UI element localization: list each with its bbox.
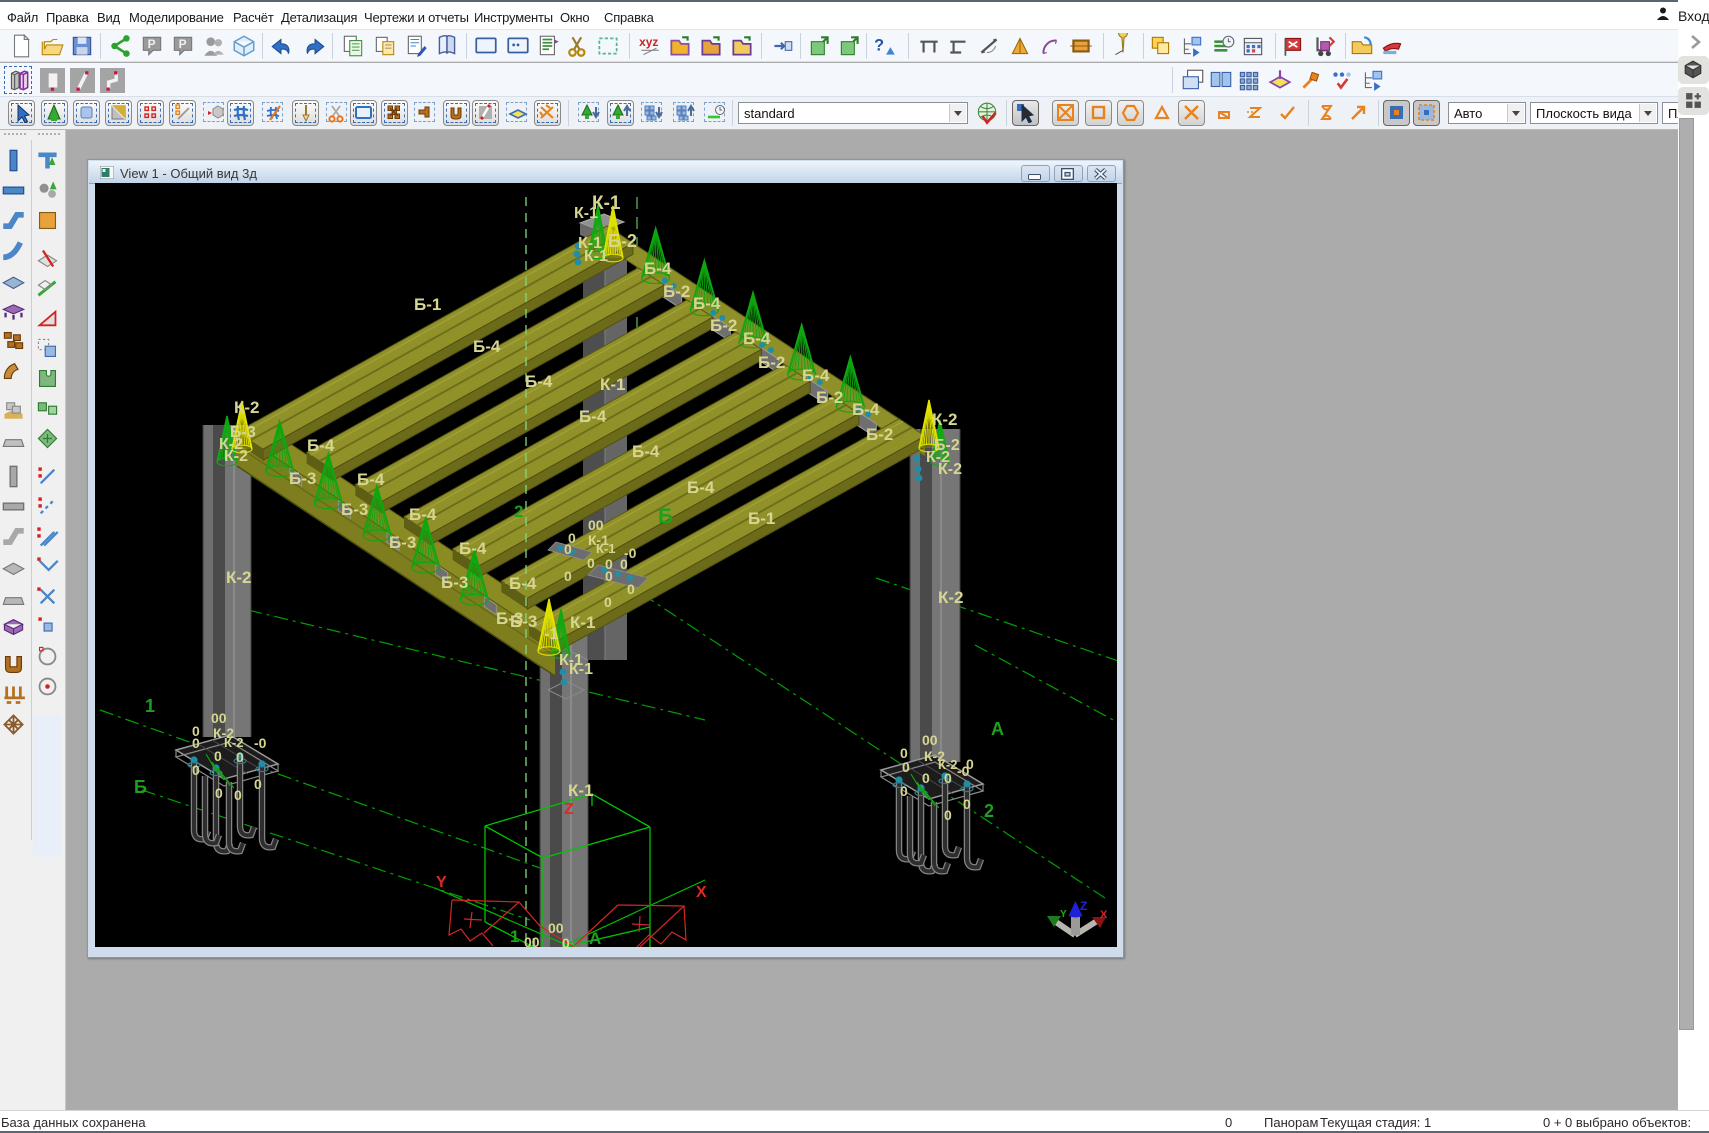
- svg-text:-0: -0: [254, 735, 267, 751]
- svg-text:1: 1: [510, 927, 519, 946]
- svg-text:0: 0: [605, 568, 613, 584]
- svg-text:0: 0: [587, 555, 595, 571]
- svg-text:0: 0: [900, 783, 908, 799]
- svg-text:Б-4: Б-4: [307, 436, 335, 455]
- svg-text:P: P: [148, 37, 156, 51]
- svg-text:К-1: К-1: [584, 248, 608, 265]
- svg-text:X: X: [1100, 909, 1108, 921]
- svg-text:К-2: К-2: [224, 735, 244, 750]
- svg-text:0: 0: [620, 556, 628, 572]
- svg-text:?: ?: [874, 36, 884, 54]
- svg-text:Y: Y: [436, 874, 447, 891]
- svg-text:1: 1: [145, 696, 155, 716]
- svg-text:Б-4: Б-4: [459, 539, 487, 558]
- svg-text:0: 0: [944, 770, 952, 786]
- svg-text:Б-4: Б-4: [509, 574, 537, 593]
- svg-text:Б: Б: [134, 777, 147, 797]
- svg-text:0: 0: [564, 568, 572, 584]
- svg-text:К-2: К-2: [938, 461, 962, 478]
- svg-text:Б-2: Б-2: [663, 282, 690, 301]
- svg-text:Б-4: Б-4: [632, 442, 660, 461]
- svg-text:Б-4: Б-4: [579, 407, 607, 426]
- svg-text:X: X: [696, 884, 707, 901]
- svg-text:К-1: К-1: [569, 661, 593, 678]
- svg-text:К-1: К-1: [570, 613, 596, 632]
- svg-text:К-2: К-2: [938, 588, 964, 607]
- svg-text:Б-3: Б-3: [510, 612, 537, 631]
- svg-text:Y: Y: [1060, 909, 1067, 920]
- svg-text:Z: Z: [1080, 899, 1087, 913]
- svg-text:К-2: К-2: [226, 568, 252, 587]
- svg-text:0: 0: [236, 749, 244, 765]
- svg-text:0: 0: [192, 762, 200, 778]
- svg-text:0: 0: [564, 541, 572, 557]
- svg-text:00: 00: [588, 517, 604, 533]
- svg-text:0: 0: [944, 807, 952, 823]
- svg-text:0: 0: [902, 759, 910, 775]
- svg-text:0: 0: [966, 756, 974, 772]
- svg-text:0: 0: [963, 796, 971, 812]
- svg-text:0: 0: [234, 787, 242, 803]
- svg-text:Б-4: Б-4: [409, 505, 437, 524]
- svg-text:2: 2: [514, 502, 523, 521]
- svg-text:Б-4: Б-4: [525, 372, 553, 391]
- svg-text:К-1: К-1: [600, 375, 626, 394]
- svg-text:Б-4: Б-4: [357, 470, 385, 489]
- svg-text:0: 0: [214, 748, 222, 764]
- svg-text:0: 0: [562, 935, 570, 947]
- svg-text:Б-2: Б-2: [608, 231, 637, 251]
- svg-text:0: 0: [922, 770, 930, 786]
- svg-text:Б-1: Б-1: [414, 295, 441, 314]
- svg-text:00: 00: [211, 710, 227, 726]
- svg-text:Б: Б: [658, 505, 673, 528]
- svg-text:К-1: К-1: [568, 781, 594, 800]
- svg-text:Б-3: Б-3: [441, 573, 468, 592]
- svg-text:Б-3: Б-3: [289, 469, 316, 488]
- svg-text:Б-1: Б-1: [748, 509, 775, 528]
- svg-text:Б-4: Б-4: [693, 294, 721, 313]
- svg-text:Б-4: Б-4: [473, 337, 501, 356]
- svg-text:К-1: К-1: [574, 205, 598, 222]
- svg-text:К-2: К-2: [932, 410, 958, 429]
- svg-text:xyz: xyz: [639, 35, 658, 49]
- svg-text:0: 0: [627, 581, 635, 597]
- svg-text:Z: Z: [564, 801, 574, 818]
- svg-text:Б-4: Б-4: [852, 400, 880, 419]
- svg-text:Б-3: Б-3: [389, 533, 416, 552]
- svg-text:Б-2: Б-2: [758, 353, 785, 372]
- svg-text:Б-4: Б-4: [687, 478, 715, 497]
- svg-text:00: 00: [524, 934, 540, 947]
- svg-text:Б-2: Б-2: [816, 388, 843, 407]
- svg-text:Б-4: Б-4: [644, 259, 672, 278]
- svg-text:P: P: [179, 37, 187, 51]
- svg-text:Б-2: Б-2: [710, 316, 737, 335]
- svg-text:00: 00: [548, 920, 564, 936]
- svg-text:Б-3: Б-3: [341, 500, 368, 519]
- svg-text:0: 0: [254, 776, 262, 792]
- svg-text:Б-4: Б-4: [802, 366, 830, 385]
- svg-text:К-2: К-2: [224, 448, 248, 465]
- svg-text:Б-2: Б-2: [866, 425, 893, 444]
- svg-text:К-1: К-1: [596, 541, 616, 556]
- svg-text:0: 0: [215, 785, 223, 801]
- svg-text:0: 0: [192, 735, 200, 751]
- svg-text:К-2: К-2: [234, 398, 260, 417]
- svg-text:00: 00: [922, 732, 938, 748]
- svg-text:А: А: [589, 929, 601, 947]
- svg-text:2: 2: [984, 801, 994, 821]
- svg-text:Б-4: Б-4: [743, 329, 771, 348]
- svg-text:-1: -1: [544, 626, 558, 643]
- svg-text:А: А: [991, 719, 1004, 739]
- svg-text:0: 0: [604, 594, 612, 610]
